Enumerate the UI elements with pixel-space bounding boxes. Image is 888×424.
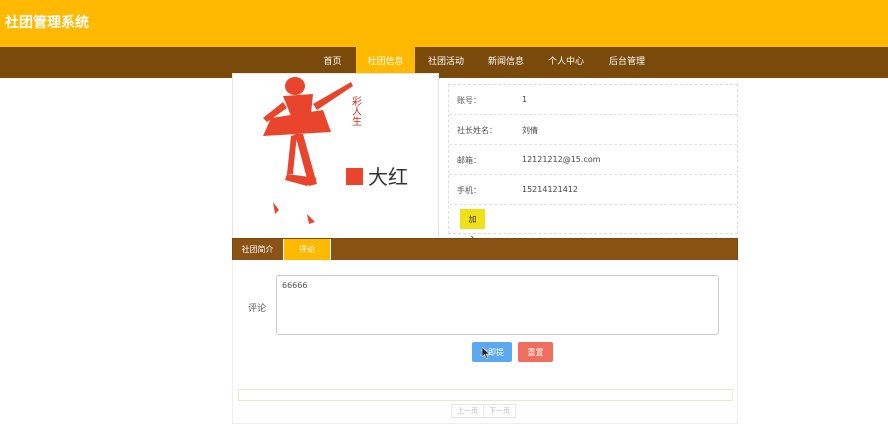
- nav-bar: 首页 社团信息 社团活动 新闻信息 个人中心 后台管理: [0, 47, 888, 78]
- info-label: 手机：: [457, 186, 481, 195]
- tabs-bar: 社团简介 评论: [232, 238, 738, 261]
- nav-item-news[interactable]: 新闻信息: [476, 47, 536, 78]
- club-info-panel: 账号： 1 社长姓名： 刘倩 邮箱： 12121212@15.com 手机： 1…: [448, 84, 738, 244]
- info-row-phone: 手机： 15214121412: [449, 175, 737, 205]
- info-label: 账号：: [457, 96, 481, 105]
- pagination: 上一页 下一页: [451, 404, 516, 418]
- comment-input[interactable]: 66666: [276, 275, 719, 335]
- nav-item-personal-center[interactable]: 个人中心: [536, 47, 596, 78]
- reset-button[interactable]: 重置: [518, 342, 553, 362]
- prev-page-button[interactable]: 上一页: [451, 404, 484, 418]
- mouse-cursor-icon: [482, 347, 490, 359]
- comment-label: 评论: [248, 304, 267, 314]
- club-name-caption: 大红: [368, 165, 408, 189]
- info-row-account: 账号： 1: [449, 85, 737, 115]
- nav-item-admin[interactable]: 后台管理: [596, 47, 658, 78]
- header-bar: 社团管理系统: [0, 0, 888, 47]
- slogan-text: 彩人生: [350, 96, 362, 126]
- main-content: 彩人生 大红 账号： 1 社长姓名： 刘倩 邮箱： 12121212@15.co…: [0, 73, 888, 424]
- info-value: 15214121412: [522, 185, 578, 194]
- next-page-button[interactable]: 下一页: [483, 404, 516, 418]
- info-label: 邮箱：: [457, 156, 481, 165]
- info-value: 1: [522, 95, 528, 104]
- join-button[interactable]: 加入: [460, 209, 485, 244]
- site-title: 社团管理系统: [5, 15, 89, 31]
- info-value: 刘倩: [522, 126, 538, 135]
- comment-list: [238, 389, 733, 401]
- info-row-email: 邮箱： 12121212@15.com: [449, 145, 737, 175]
- submit-button[interactable]: 立即提交: [472, 342, 512, 377]
- comment-panel: 评论 66666 立即提交 重置 上一页 下一页: [232, 260, 738, 424]
- info-row-leader: 社长姓名： 刘倩: [449, 115, 737, 145]
- tab-club-intro[interactable]: 社团简介: [233, 239, 282, 260]
- info-label: 社长姓名：: [457, 126, 497, 135]
- info-value: 12121212@15.com: [522, 155, 601, 164]
- tab-comments[interactable]: 评论: [283, 239, 331, 260]
